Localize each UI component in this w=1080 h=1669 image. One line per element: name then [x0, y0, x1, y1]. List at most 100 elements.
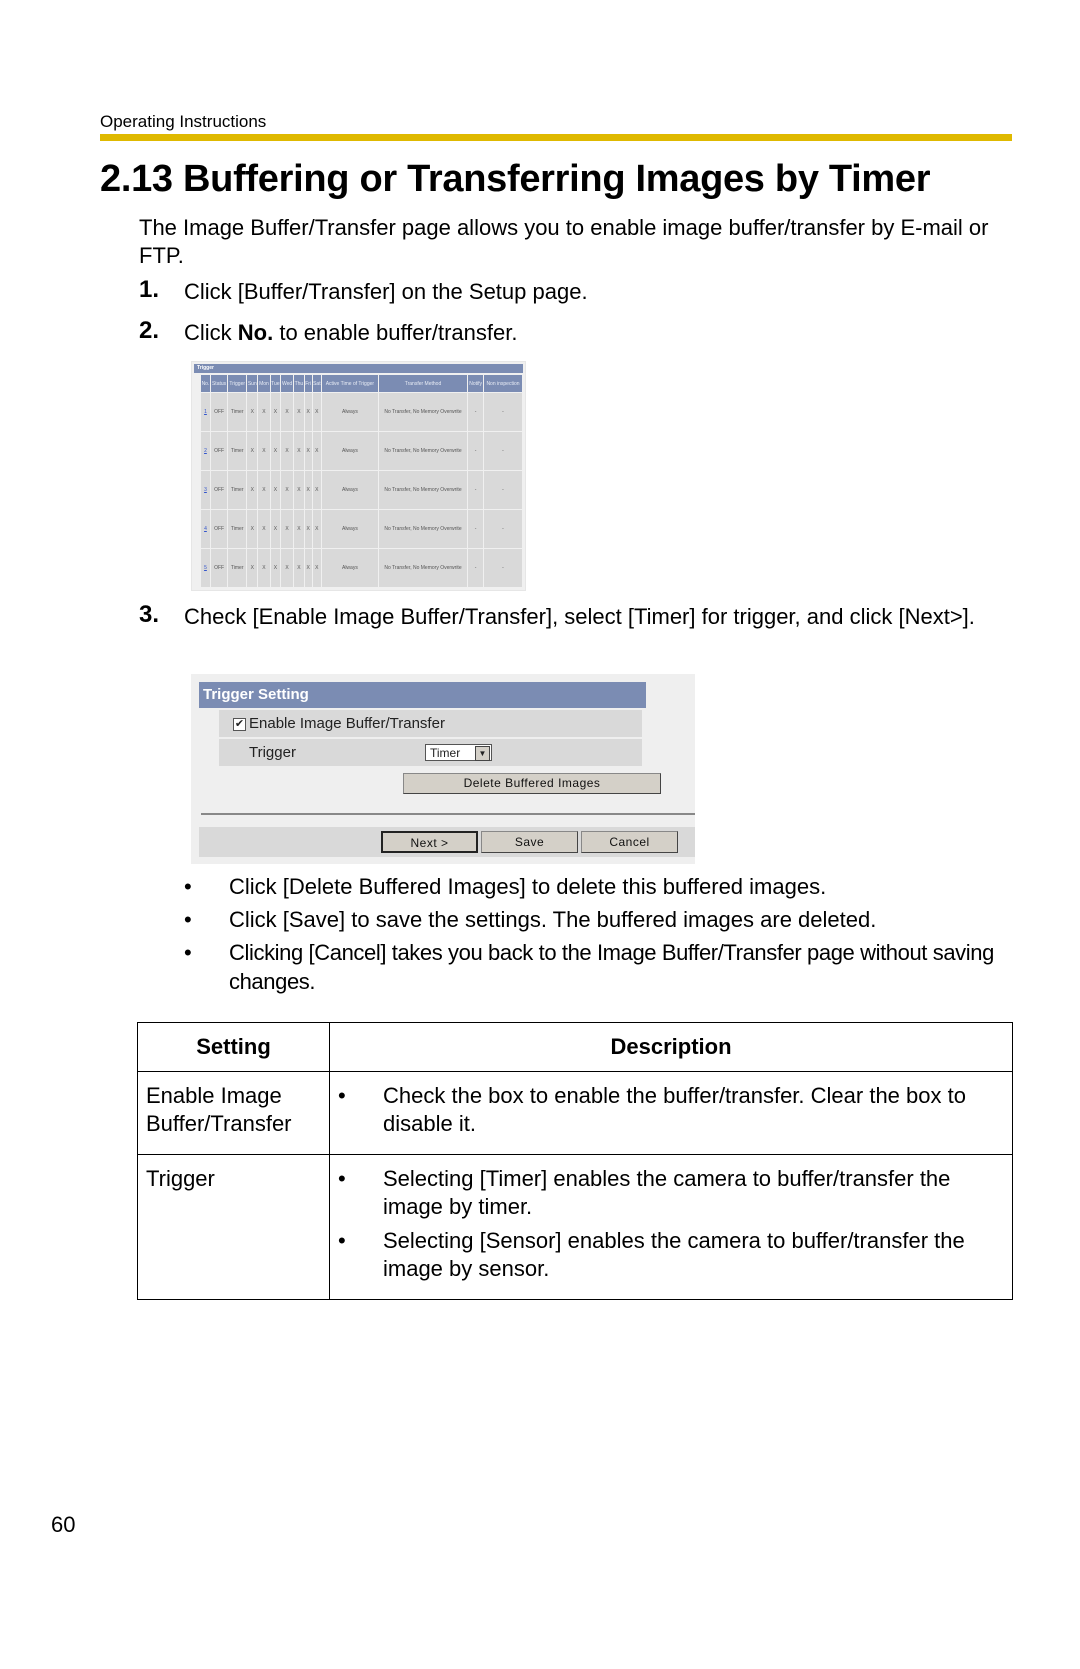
trigger-list-column-header: Notify	[468, 375, 483, 392]
step-number: 1.	[139, 276, 160, 303]
section-title: 2.13 Buffering or Transferring Images by…	[100, 158, 931, 200]
trigger-list-column-header: Sat	[312, 375, 322, 392]
step-text: Click No. to enable buffer/transfer.	[184, 318, 1014, 348]
trigger-list-cell: 1	[201, 393, 210, 431]
page-number: 60	[51, 1512, 76, 1537]
trigger-list-cell: X	[258, 432, 270, 470]
trigger-list-column-header: Transfer Method	[378, 375, 468, 392]
trigger-list-screenshot: Trigger No. Status Trigger Sun Mon Tue Wed Thu F…	[191, 361, 526, 591]
trigger-list-column-header: Mon	[258, 375, 270, 392]
trigger-list-column-header: Status	[210, 375, 228, 392]
trigger-list-cell: Timer	[228, 510, 247, 548]
trigger-list-cell: Always	[322, 549, 378, 587]
bullet-icon: •	[184, 874, 192, 899]
bullet-icon: •	[184, 940, 192, 965]
trigger-list-cell: -	[483, 471, 522, 509]
note-item: • Click [Save] to save the settings. The …	[184, 905, 1014, 934]
table-header-row: Setting Description	[137, 1022, 1013, 1072]
trigger-list-cell: X	[258, 471, 270, 509]
trigger-list-cell: X	[281, 471, 293, 509]
trigger-list-cell: X	[312, 432, 322, 470]
header-rule	[100, 134, 1012, 141]
trigger-list-row: 3 OFF Timer X X X X X X X Always No Transfer, No Me…	[201, 471, 522, 509]
trigger-number-link[interactable]: 3	[204, 487, 207, 493]
next-button[interactable]: Next >	[381, 831, 478, 853]
description-item: • Selecting [Sensor] enables the camera t…	[338, 1227, 1004, 1283]
step-text: Click [Buffer/Transfer] on the Setup pag…	[184, 279, 588, 304]
note-text: Click [Delete Buffered Images] to delete…	[229, 874, 827, 899]
setting-cell: Trigger	[137, 1154, 330, 1300]
trigger-list-cell: X	[247, 471, 258, 509]
trigger-list-cell: OFF	[210, 432, 228, 470]
trigger-list-cell: 2	[201, 432, 210, 470]
trigger-list-cell: -	[483, 393, 522, 431]
trigger-list-cell: X	[293, 432, 304, 470]
trigger-list-cell: X	[270, 510, 281, 548]
trigger-list-cell: OFF	[210, 471, 228, 509]
enable-row: ✔ Enable Image Buffer/Transfer	[219, 710, 642, 737]
trigger-list-cell: X	[270, 432, 281, 470]
trigger-setting-screenshot: Trigger Setting ✔ Enable Image Buffer/Tr…	[191, 674, 695, 864]
trigger-list-cell: No Transfer, No Memory Overwrite	[378, 471, 468, 509]
trigger-list-cell: X	[304, 432, 312, 470]
trigger-list-cell: X	[258, 549, 270, 587]
trigger-list-cell: Always	[322, 432, 378, 470]
trigger-list-cell: X	[281, 393, 293, 431]
trigger-select[interactable]: Timer ▼	[425, 744, 492, 761]
divider	[201, 813, 695, 815]
trigger-number-link[interactable]: 1	[204, 409, 207, 415]
delete-buffered-images-button[interactable]: Delete Buffered Images	[403, 773, 661, 794]
column-header-description: Description	[329, 1022, 1013, 1072]
trigger-list-column-header: Thu	[293, 375, 304, 392]
trigger-list-cell: -	[468, 471, 483, 509]
trigger-list-column-header: Wed	[281, 375, 293, 392]
trigger-list-cell: X	[270, 471, 281, 509]
trigger-list-cell: -	[468, 432, 483, 470]
chevron-down-icon[interactable]: ▼	[475, 746, 490, 761]
trigger-list-cell: X	[312, 393, 322, 431]
description-item: • Check the box to enable the buffer/tran…	[338, 1082, 1004, 1138]
trigger-list-cell: 4	[201, 510, 210, 548]
trigger-number-link[interactable]: 2	[204, 448, 207, 454]
trigger-list-table: No. Status Trigger Sun Mon Tue Wed Thu Fri Sat Act…	[200, 374, 523, 588]
trigger-list-cell: 5	[201, 549, 210, 587]
trigger-list-cell: X	[293, 471, 304, 509]
note-text: Click [Save] to save the settings. The b…	[229, 907, 877, 932]
trigger-list-column-header: Tue	[270, 375, 281, 392]
trigger-list-cell: X	[258, 510, 270, 548]
trigger-list-cell: Timer	[228, 393, 247, 431]
trigger-list-cell: Always	[322, 471, 378, 509]
trigger-list-cell: Timer	[228, 549, 247, 587]
enable-label: Enable Image Buffer/Transfer	[249, 715, 445, 732]
enable-checkbox[interactable]: ✔	[233, 718, 246, 731]
intro-paragraph: The Image Buffer/Transfer page allows yo…	[139, 215, 989, 268]
save-button[interactable]: Save	[481, 831, 578, 853]
description-item: • Selecting [Timer] enables the camera to…	[338, 1165, 1004, 1221]
trigger-list-cell: X	[304, 510, 312, 548]
trigger-setting-title: Trigger Setting	[199, 682, 646, 708]
description-cell: • Selecting [Timer] enables the camera to…	[329, 1154, 1013, 1300]
trigger-number-link[interactable]: 5	[204, 565, 207, 571]
note-item: • Click [Delete Buffered Images] to delet…	[184, 872, 1014, 901]
trigger-list-cell: 3	[201, 471, 210, 509]
trigger-list-cell: -	[468, 510, 483, 548]
cancel-button[interactable]: Cancel	[581, 831, 678, 853]
trigger-list-cell: -	[483, 549, 522, 587]
trigger-list-cell: X	[304, 549, 312, 587]
trigger-list-cell: Always	[322, 510, 378, 548]
trigger-list-cell: -	[483, 510, 522, 548]
trigger-list-cell: OFF	[210, 510, 228, 548]
bullet-icon: •	[338, 1166, 346, 1191]
table-row: Trigger • Selecting [Timer] enables the c…	[137, 1154, 1013, 1300]
trigger-number-link[interactable]: 4	[204, 526, 207, 532]
trigger-list-cell: -	[468, 393, 483, 431]
note-text: Clicking [Cancel] takes you back to the …	[229, 940, 994, 994]
trigger-list-cell: X	[247, 393, 258, 431]
trigger-list-cell: X	[247, 549, 258, 587]
trigger-list-row: 4 OFF Timer X X X X X X X Always No Transfer, No Me…	[201, 510, 522, 548]
note-item: • Clicking [Cancel] takes you back to the…	[184, 938, 1014, 996]
trigger-list-cell: X	[270, 549, 281, 587]
trigger-list-column-header: Sun	[247, 375, 258, 392]
trigger-list-cell: X	[293, 549, 304, 587]
trigger-list-column-header: No.	[201, 375, 210, 392]
